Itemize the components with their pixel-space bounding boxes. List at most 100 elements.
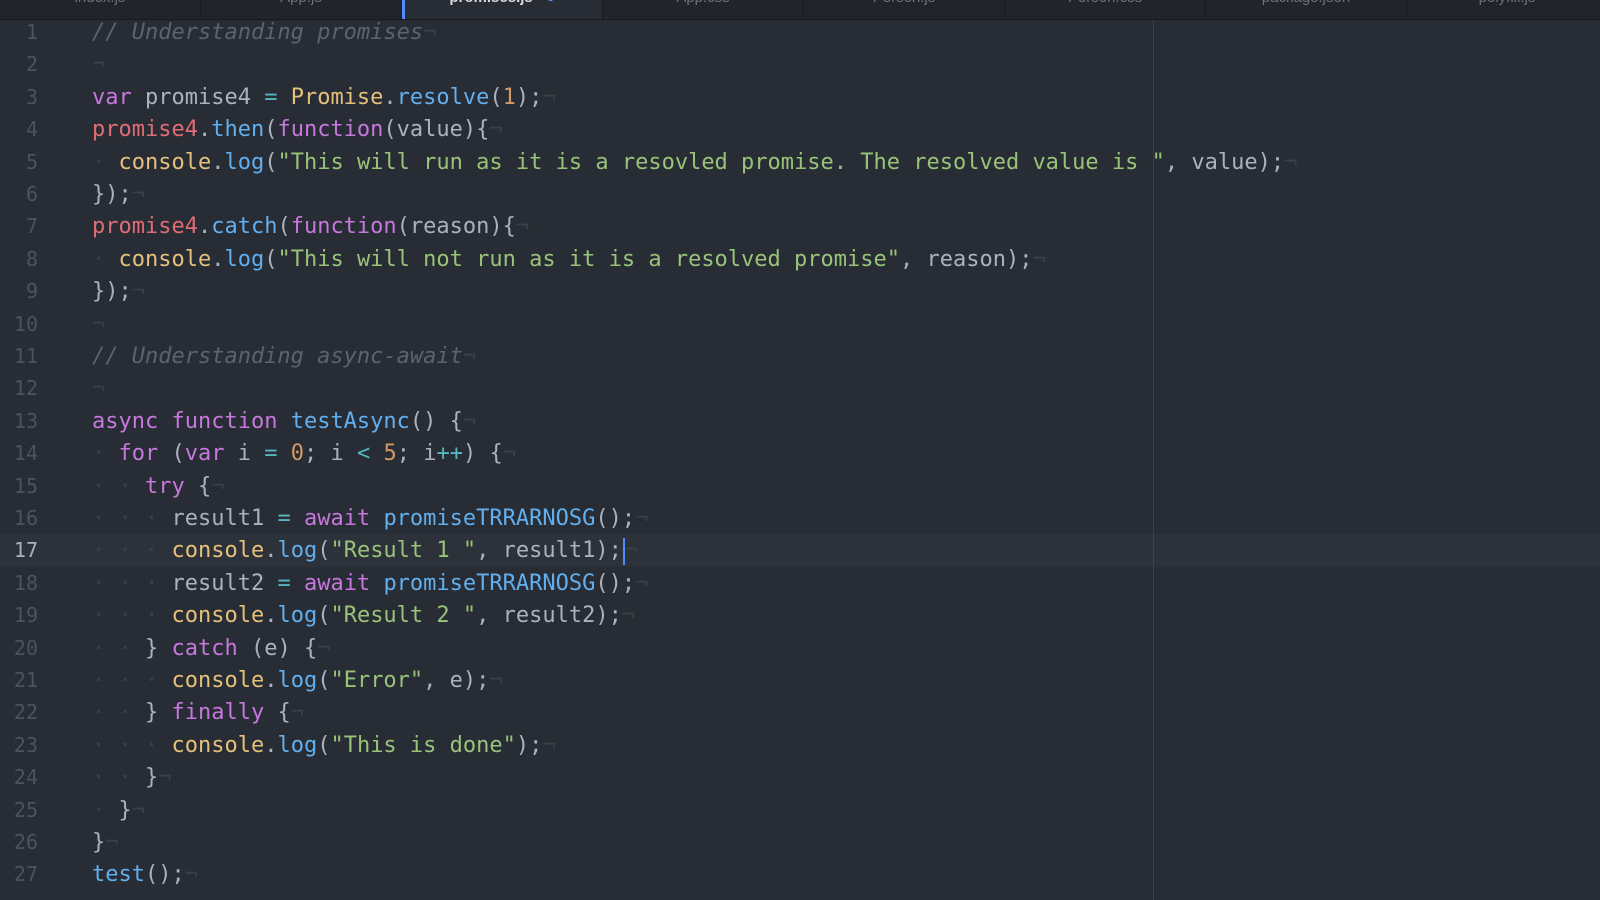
code-token: catch bbox=[211, 214, 278, 240]
code-line[interactable]: 18 · · · result2 = await promiseTRRARNOSG… bbox=[0, 567, 1600, 600]
code-line[interactable]: 5 · console.log("This will run as it is a… bbox=[0, 146, 1600, 179]
code-line[interactable]: 23 · · · console.log("This is done");¬ bbox=[0, 729, 1600, 762]
code-token: , reason); bbox=[900, 246, 1033, 272]
code-token: ++ bbox=[436, 441, 463, 467]
line-number[interactable]: 15 bbox=[0, 470, 38, 503]
tab-label: polyfill.js bbox=[1479, 0, 1536, 6]
code-token: console bbox=[171, 732, 265, 758]
code-line[interactable]: 21 · · · console.log("Error", e);¬ bbox=[0, 664, 1600, 697]
line-number[interactable]: 2 bbox=[0, 48, 38, 81]
line-number[interactable]: 5 bbox=[0, 146, 38, 179]
tab-app-js[interactable]: App.js bbox=[201, 0, 402, 19]
code-editor[interactable]: 1// Understanding promises¬ 2 ¬ 3 var promis… bbox=[0, 20, 1600, 900]
code-token: function bbox=[290, 214, 397, 240]
editor-window: index.js App.js promises.js ● App.css Person.… bbox=[0, 0, 1600, 900]
line-number[interactable]: 25 bbox=[0, 794, 38, 827]
line-number[interactable]: 10 bbox=[0, 308, 38, 341]
line-number[interactable]: 3 bbox=[0, 81, 38, 114]
code-line[interactable]: 14 · for (var i = 0; i < 5; i++) {¬ bbox=[0, 437, 1600, 470]
code-token: . bbox=[383, 84, 397, 110]
code-line[interactable]: 8 · console.log("This will not run as it … bbox=[0, 243, 1600, 276]
eol-marker-icon: ¬ bbox=[462, 408, 477, 434]
code-line[interactable]: 12 ¬ bbox=[0, 372, 1600, 405]
line-number[interactable]: 22 bbox=[0, 696, 38, 729]
code-line[interactable]: 15 · · try {¬ bbox=[0, 470, 1600, 503]
eol-marker-icon: ¬ bbox=[542, 84, 556, 110]
code-token: ( bbox=[264, 117, 278, 143]
code-token: ( bbox=[158, 441, 185, 467]
code-token: for bbox=[118, 441, 159, 467]
line-number[interactable]: 17 bbox=[0, 534, 38, 567]
code-line[interactable]: 11 // Understanding async-await¬ bbox=[0, 340, 1600, 373]
tab-polyfill-js[interactable]: polyfill.js bbox=[1407, 0, 1600, 19]
code-token: 1 bbox=[502, 84, 516, 110]
eol-marker-icon: ¬ bbox=[131, 279, 145, 305]
code-token: () { bbox=[409, 408, 463, 434]
code-token: "This will run as it is a resovled promi… bbox=[277, 149, 1165, 175]
line-number[interactable]: 8 bbox=[0, 243, 38, 276]
line-number[interactable]: 11 bbox=[0, 340, 38, 373]
line-number[interactable]: 14 bbox=[0, 437, 38, 470]
code-line[interactable]: 1 // Understanding promises¬ bbox=[0, 20, 1600, 49]
code-line[interactable]: 24 · · }¬ bbox=[0, 761, 1600, 794]
code-token: console bbox=[171, 603, 265, 629]
code-line[interactable]: 26}¬ bbox=[0, 826, 1600, 859]
code-line[interactable]: 2 ¬ bbox=[0, 48, 1600, 81]
line-number[interactable]: 21 bbox=[0, 664, 38, 697]
indent-guide: · · · bbox=[92, 732, 172, 758]
line-number[interactable]: 1 bbox=[0, 20, 38, 49]
code-text: promise4.catch(function(reason){¬ bbox=[92, 210, 529, 243]
code-line[interactable]: 4 promise4.then(function(value){¬ bbox=[0, 113, 1600, 146]
line-number[interactable]: 7 bbox=[0, 210, 38, 243]
code-token: "Result 2 " bbox=[330, 603, 477, 629]
line-number[interactable]: 24 bbox=[0, 761, 38, 794]
code-token: test bbox=[92, 862, 145, 888]
code-token: ( bbox=[317, 732, 331, 758]
eol-marker-icon: ¬ bbox=[105, 830, 119, 855]
code-line[interactable]: 17 · · · console.log("Result 1 ", result1… bbox=[0, 534, 1600, 568]
tab-person-css[interactable]: Person.css bbox=[1005, 0, 1206, 19]
line-number[interactable]: 16 bbox=[0, 502, 38, 535]
line-number[interactable]: 6 bbox=[0, 178, 38, 211]
code-text: · console.log("This will not run as it i… bbox=[92, 243, 1046, 276]
line-number[interactable]: 19 bbox=[0, 599, 38, 632]
line-number[interactable]: 18 bbox=[0, 567, 38, 600]
code-line[interactable]: 27 test();¬ bbox=[0, 858, 1600, 891]
line-number[interactable]: 20 bbox=[0, 632, 38, 665]
code-token: (reason){ bbox=[396, 214, 516, 240]
tab-person-js[interactable]: Person.js bbox=[804, 0, 1005, 19]
code-token: console bbox=[171, 538, 265, 564]
line-number[interactable]: 13 bbox=[0, 405, 38, 438]
code-token: try bbox=[144, 473, 185, 499]
code-line[interactable]: 6});¬ bbox=[0, 178, 1600, 211]
tab-label: promises.js bbox=[449, 0, 532, 6]
line-number[interactable]: 26 bbox=[0, 826, 38, 859]
code-token: await bbox=[303, 506, 371, 531]
code-token: ( bbox=[264, 149, 278, 175]
code-line[interactable]: 9});¬ bbox=[0, 275, 1600, 308]
line-number[interactable]: 12 bbox=[0, 372, 38, 405]
code-line[interactable]: 20 · · } catch (e) {¬ bbox=[0, 632, 1600, 665]
line-number[interactable]: 23 bbox=[0, 729, 38, 762]
code-line[interactable]: 25 · }¬ bbox=[0, 794, 1600, 827]
line-number[interactable]: 4 bbox=[0, 113, 38, 146]
code-line[interactable]: 10 ¬ bbox=[0, 308, 1600, 341]
code-token: result2 bbox=[171, 570, 278, 596]
code-line[interactable]: 13 async function testAsync() {¬ bbox=[0, 405, 1600, 438]
code-line[interactable]: 7 promise4.catch(function(reason){¬ bbox=[0, 210, 1600, 243]
tab-promises-js[interactable]: promises.js ● bbox=[402, 0, 603, 19]
code-line[interactable]: 3 var promise4 = Promise.resolve(1);¬ bbox=[0, 81, 1600, 114]
code-text: · · try {¬ bbox=[92, 470, 224, 503]
line-number[interactable]: 27 bbox=[0, 858, 38, 891]
line-number[interactable]: 9 bbox=[0, 275, 38, 308]
code-text: · · · console.log("Result 1 ", result1);… bbox=[92, 534, 638, 567]
code-line[interactable]: 22 · · } finally {¬ bbox=[0, 696, 1600, 729]
tab-app-css[interactable]: App.css bbox=[603, 0, 804, 19]
tab-package-json[interactable]: package.json bbox=[1206, 0, 1407, 19]
code-line[interactable]: 19 · · · console.log("Result 2 ", result2… bbox=[0, 599, 1600, 632]
code-line[interactable]: 16 · · · result1 = await promiseTRRARNOSG… bbox=[0, 502, 1600, 535]
tab-index-js[interactable]: index.js bbox=[0, 0, 201, 19]
code-token: testAsync bbox=[290, 408, 410, 434]
